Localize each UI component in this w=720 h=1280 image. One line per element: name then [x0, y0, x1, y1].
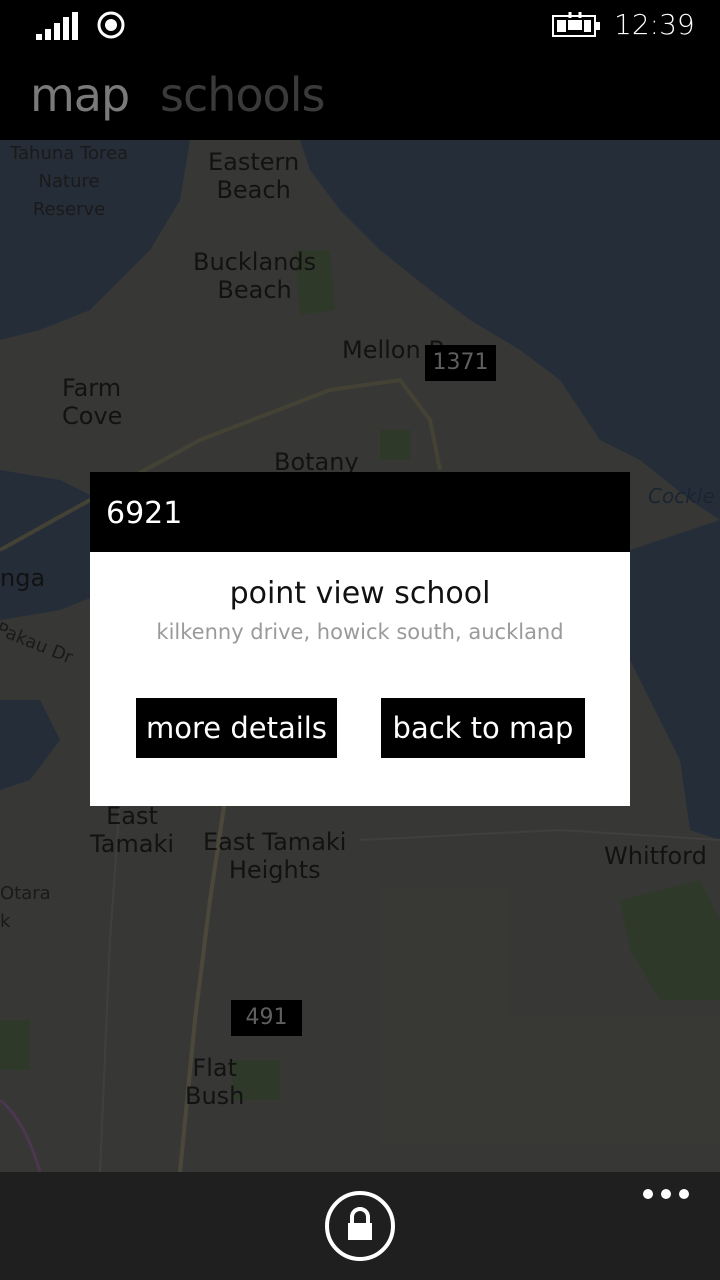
school-popup: 6921 point view school kilkenny drive, h… — [90, 472, 630, 806]
status-clock: 12:39 — [614, 8, 695, 41]
school-id: 6921 — [106, 496, 183, 531]
school-name: point view school — [229, 576, 491, 611]
pivot-header: map schools — [0, 52, 720, 140]
app-bar — [0, 1172, 720, 1280]
signal-strength-icon — [36, 12, 78, 40]
tab-schools[interactable]: schools — [160, 68, 325, 122]
school-address: kilkenny drive, howick south, auckland — [156, 620, 564, 644]
status-bar: 12:39 — [0, 0, 720, 52]
wifi-icon — [97, 11, 125, 39]
back-to-map-button[interactable]: back to map — [381, 698, 585, 758]
popup-header: 6921 — [90, 472, 630, 552]
battery-charging-icon — [552, 12, 600, 37]
tab-map[interactable]: map — [30, 68, 130, 122]
lock-icon[interactable] — [324, 1190, 396, 1262]
more-details-button[interactable]: more details — [136, 698, 337, 758]
ellipsis-icon[interactable] — [640, 1184, 692, 1204]
